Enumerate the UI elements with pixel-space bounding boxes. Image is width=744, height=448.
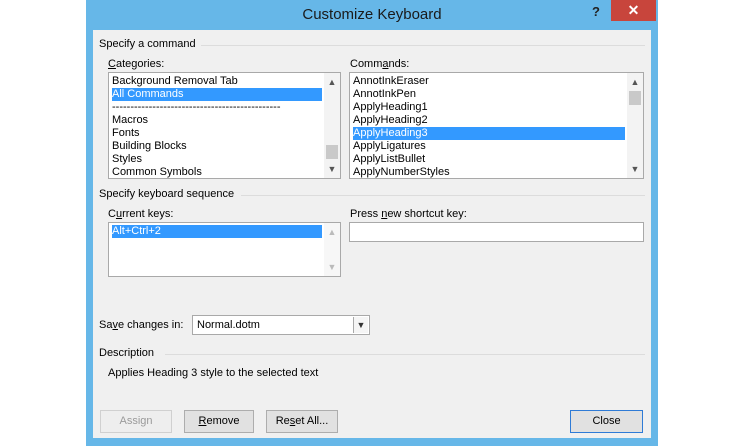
categories-label: Categories: [108,58,164,70]
save-changes-label-prefix: Sa [99,319,113,331]
reset-button-rest: et All... [295,415,329,427]
scroll-down-icon[interactable]: ▼ [627,162,643,176]
categories-scrollbar[interactable]: ▲ ▼ [324,73,340,178]
categories-label-rest: ategories: [115,58,165,70]
categories-listbox[interactable]: Background Removal Tab All Commands ----… [108,72,341,179]
close-window-button[interactable]: ✕ [611,0,656,21]
list-item-selected[interactable]: Alt+Ctrl+2 [112,225,322,238]
assign-button[interactable]: Assign [100,410,172,433]
scroll-thumb[interactable] [629,91,641,105]
list-item-separator: ----------------------------------------… [112,101,281,113]
new-shortcut-input[interactable] [349,222,644,242]
current-keys-label-rest: rrent keys: [122,208,174,220]
scroll-up-icon[interactable]: ▲ [324,225,340,239]
list-item[interactable]: AnnotInkPen [353,88,625,101]
save-changes-select[interactable]: Normal.dotm ▼ [192,315,370,335]
list-item[interactable]: Macros [112,114,322,127]
description-title: Description [99,347,155,359]
current-keys-scrollbar[interactable]: ▲ ▼ [324,223,340,276]
dialog-body: Specify a command Categories: Background… [93,30,651,438]
save-changes-value: Normal.dotm [197,319,260,331]
save-changes-label: Save changes in: [99,319,183,331]
group-title-specify-command: Specify a command [99,38,196,50]
list-item[interactable]: ApplyLigatures [353,140,625,153]
group-title-keyboard-sequence: Specify keyboard sequence [99,188,235,200]
help-button[interactable]: ? [584,2,608,22]
list-item[interactable]: Fonts [112,127,322,140]
current-keys-listbox[interactable]: Alt+Ctrl+2 ▲ ▼ [108,222,341,277]
dialog-title: Customize Keyboard [302,6,442,23]
list-item-selected[interactable]: ApplyHeading3 [353,127,625,140]
commands-listbox[interactable]: AnnotInkEraser AnnotInkPen ApplyHeading1… [349,72,644,179]
commands-label-rest: nds: [388,58,410,70]
list-item[interactable]: Background Removal Tab [112,75,322,88]
list-item[interactable]: AnnotInkEraser [353,75,625,88]
group-divider [241,195,645,196]
list-item[interactable]: ApplyHeading2 [353,114,625,127]
remove-button-rest: emove [206,415,240,427]
group-divider [165,354,645,355]
scroll-up-icon[interactable]: ▲ [627,75,643,89]
list-item[interactable]: Styles [112,153,322,166]
current-keys-label-prefix: C [108,208,116,220]
scroll-down-icon[interactable]: ▼ [324,162,340,176]
scroll-thumb[interactable] [326,145,338,159]
scroll-up-icon[interactable]: ▲ [324,75,340,89]
commands-label: Commands: [350,58,409,70]
description-text: Applies Heading 3 style to the selected … [108,367,319,379]
title-bar: Customize Keyboard ? ✕ [86,0,658,30]
list-item[interactable]: ApplyListBullet [353,153,625,166]
commands-label-prefix: Comm [350,58,383,70]
commands-scrollbar[interactable]: ▲ ▼ [627,73,643,178]
new-shortcut-label-prefix: Press [350,208,382,220]
list-item[interactable]: ApplyNumberStyles [353,166,625,178]
list-item[interactable]: Building Blocks [112,140,322,153]
remove-button[interactable]: Remove [184,410,254,433]
reset-all-button[interactable]: Reset All... [266,410,338,433]
reset-button-prefix: Re [275,415,290,427]
list-item-selected[interactable]: All Commands [112,88,322,101]
current-keys-label: Current keys: [108,208,173,220]
categories-label-accel: C [108,58,116,70]
list-item[interactable]: ApplyHeading1 [353,101,625,114]
scroll-down-icon[interactable]: ▼ [324,260,340,274]
close-button[interactable]: Close [570,410,643,433]
chevron-down-icon[interactable]: ▼ [353,317,368,333]
list-item[interactable]: Common Symbols [112,166,322,178]
new-shortcut-label-rest: ew shortcut key: [387,208,467,220]
save-changes-label-rest: e changes in: [117,319,184,331]
group-divider [201,45,645,46]
new-shortcut-label: Press new shortcut key: [350,208,467,220]
customize-keyboard-dialog: Customize Keyboard ? ✕ Specify a command… [86,0,658,446]
